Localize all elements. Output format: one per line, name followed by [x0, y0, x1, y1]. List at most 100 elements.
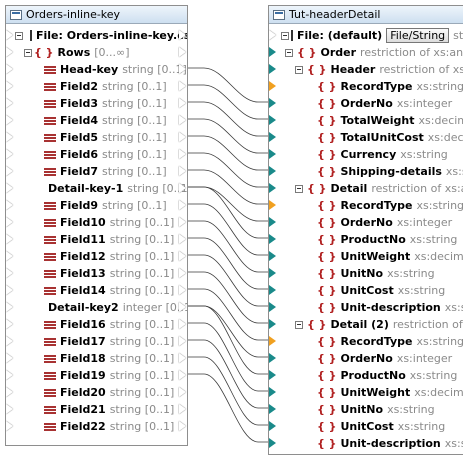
field-row[interactable]: Field4 string [0..1] [6, 112, 187, 129]
source-component-orders-inline-key[interactable]: Orders-inline-key File: Orders-inline-ke… [5, 5, 188, 446]
input-connector[interactable] [269, 81, 276, 91]
input-connector[interactable] [269, 421, 276, 431]
input-connector[interactable] [269, 166, 276, 176]
input-connector[interactable] [6, 132, 13, 142]
input-connector[interactable] [269, 438, 276, 448]
file-string-button[interactable]: File/String [386, 28, 450, 43]
input-connector[interactable] [269, 251, 276, 261]
output-connector[interactable] [179, 217, 186, 227]
collapse-toggle[interactable] [24, 49, 32, 57]
input-connector[interactable] [6, 200, 13, 210]
input-connector[interactable] [269, 217, 276, 227]
input-connector[interactable] [6, 183, 13, 193]
input-connector[interactable] [6, 98, 13, 108]
input-connector[interactable] [6, 302, 13, 312]
collapse-toggle[interactable] [295, 66, 303, 74]
collapse-toggle[interactable] [15, 32, 23, 40]
rows-node[interactable]: { } Rows [0...∞] [6, 44, 187, 61]
input-connector[interactable] [269, 336, 276, 346]
target-element-node[interactable]: { } ProductNo xs:string [269, 231, 463, 248]
target-element-node[interactable]: { } OrderNo xs:integer [269, 95, 463, 112]
output-connector[interactable] [179, 387, 186, 397]
output-connector[interactable] [179, 319, 186, 329]
output-connector[interactable] [179, 234, 186, 244]
field-row[interactable]: Field5 string [0..1] [6, 129, 187, 146]
field-row[interactable]: Field20 string [0..1] [6, 384, 187, 401]
connection-line[interactable] [186, 254, 268, 307]
field-row[interactable]: Field7 string [0..1] [6, 163, 187, 180]
input-connector[interactable] [6, 251, 13, 261]
file-output-connector[interactable] [179, 30, 186, 40]
input-connector[interactable] [6, 115, 13, 125]
target-element-node[interactable]: { } RecordType xs:string [269, 197, 463, 214]
field-row[interactable]: Detail-key2 integer [0..1] [6, 299, 187, 316]
input-connector[interactable] [6, 387, 13, 397]
field-row[interactable]: Field22 string [0..1] [6, 418, 187, 435]
target-element-node[interactable]: { }Unit-descriptionxs:s [269, 435, 463, 452]
input-connector[interactable] [6, 234, 13, 244]
target-group-node[interactable]: { }Detail (2)restriction of x [269, 316, 463, 333]
target-element-node[interactable]: { }Shipping-detailsxs:str [269, 163, 463, 180]
field-row[interactable]: Field3 string [0..1] [6, 95, 187, 112]
target-element-node[interactable]: { }TotalWeightxs:decimal [269, 112, 463, 129]
target-group-node[interactable]: { } Detail restriction of xs:a [269, 180, 463, 197]
rows-output-connector[interactable] [179, 47, 186, 57]
input-connector[interactable] [6, 81, 13, 91]
connection-line[interactable] [186, 271, 268, 324]
target-element-node[interactable]: { } RecordType xs:string [269, 78, 463, 95]
target-group-node[interactable]: { }Headerrestriction of xs:a [269, 61, 463, 78]
field-row[interactable]: Field6 string [0..1] [6, 146, 187, 163]
input-connector[interactable] [269, 98, 276, 108]
target-element-node[interactable]: { } OrderNo xs:integer [269, 350, 463, 367]
output-connector[interactable] [179, 302, 186, 312]
input-connector[interactable] [6, 336, 13, 346]
input-connector[interactable] [269, 234, 276, 244]
input-connector[interactable] [269, 115, 276, 125]
target-element-node[interactable]: { } RecordType xs:string [269, 333, 463, 350]
output-connector[interactable] [179, 421, 186, 431]
output-connector[interactable] [179, 64, 186, 74]
input-connector[interactable] [6, 268, 13, 278]
field-row[interactable]: Field2 string [0..1] [6, 78, 187, 95]
output-connector[interactable] [179, 81, 186, 91]
target-file-row[interactable]: File: (default)File/Stringstri [269, 27, 463, 44]
target-element-node[interactable]: { } OrderNo xs:integer [269, 214, 463, 231]
output-connector[interactable] [179, 200, 186, 210]
source-file-row[interactable]: File: Orders-inline-key.csv [6, 27, 187, 44]
field-row[interactable]: Field9 string [0..1] [6, 197, 187, 214]
output-connector[interactable] [179, 336, 186, 346]
source-title-bar[interactable]: Orders-inline-key [6, 6, 187, 24]
input-connector[interactable] [6, 166, 13, 176]
input-connector[interactable] [269, 319, 276, 329]
input-connector[interactable] [269, 285, 276, 295]
input-connector[interactable] [6, 319, 13, 329]
target-element-node[interactable]: { } ProductNo xs:string [269, 367, 463, 384]
input-connector[interactable] [6, 404, 13, 414]
input-connector[interactable] [269, 47, 276, 57]
field-row[interactable]: Field13 string [0..1] [6, 265, 187, 282]
input-connector[interactable] [6, 149, 13, 159]
field-row[interactable]: Head-key string [0..1] [6, 61, 187, 78]
target-element-node[interactable]: { } UnitNo xs:string [269, 401, 463, 418]
output-connector[interactable] [179, 268, 186, 278]
field-row[interactable]: Detail-key-1 string [0..1] [6, 180, 187, 197]
output-connector[interactable] [179, 353, 186, 363]
input-connector[interactable] [6, 64, 13, 74]
field-row[interactable]: Field16 string [0..1] [6, 316, 187, 333]
output-connector[interactable] [179, 132, 186, 142]
target-title-bar[interactable]: Tut-headerDetail [269, 6, 463, 24]
input-connector[interactable] [269, 353, 276, 363]
input-connector[interactable] [269, 132, 276, 142]
output-connector[interactable] [179, 98, 186, 108]
collapse-toggle[interactable] [285, 49, 293, 57]
field-row[interactable]: Field14 string [0..1] [6, 282, 187, 299]
input-connector[interactable] [6, 285, 13, 295]
file-input-connector[interactable] [269, 30, 276, 40]
collapse-toggle[interactable] [295, 321, 303, 329]
target-element-node[interactable]: { }UnitWeightxs:decima [269, 384, 463, 401]
output-connector[interactable] [179, 149, 186, 159]
input-connector[interactable] [269, 370, 276, 380]
output-connector[interactable] [179, 166, 186, 176]
target-element-node[interactable]: { } UnitCost xs:string [269, 418, 463, 435]
field-row[interactable]: Field17 string [0..1] [6, 333, 187, 350]
